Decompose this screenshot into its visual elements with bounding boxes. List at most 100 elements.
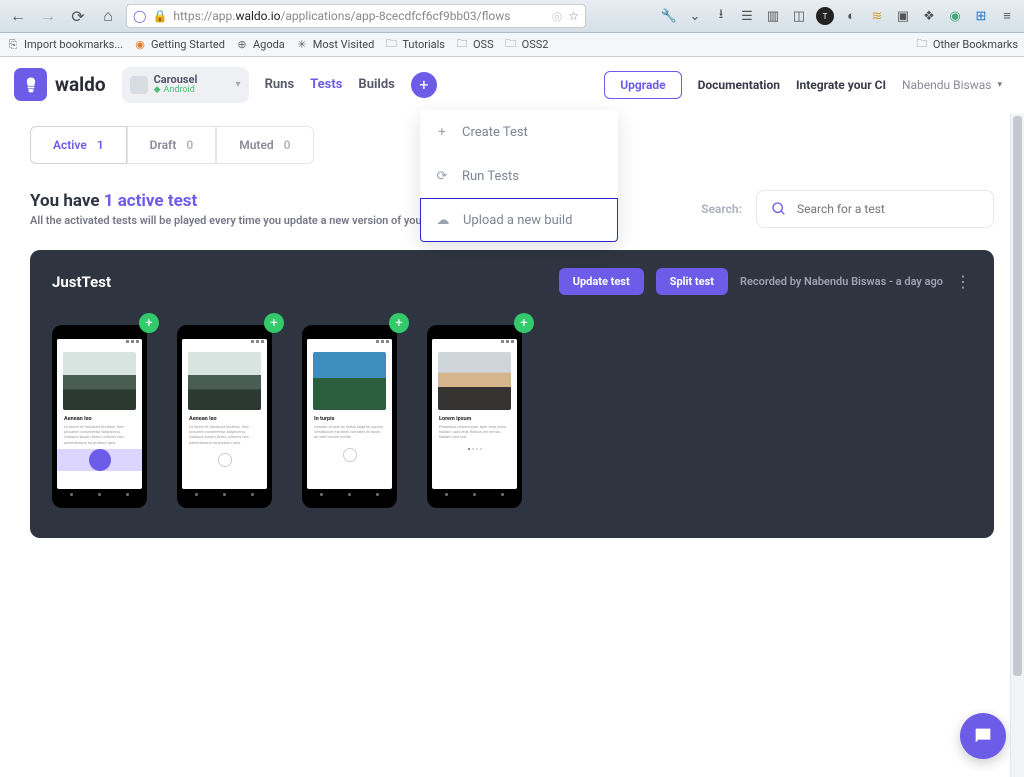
dropdown-label: Upload a new build	[463, 213, 572, 228]
nav-runs[interactable]: Runs	[265, 77, 295, 92]
app-platform: ◆Android	[154, 85, 230, 95]
intercom-launcher[interactable]	[960, 713, 1006, 759]
reload-button[interactable]: ⟳	[66, 4, 90, 28]
test-step[interactable]: +Aenean leoUt lorem et tincidunt facilis…	[52, 325, 147, 508]
chevron-down-icon: ▾	[997, 80, 1002, 90]
tab-label: Draft	[150, 138, 177, 152]
page-title: You have 1 active test	[30, 191, 450, 211]
card-heading: Aenean leo	[64, 416, 135, 422]
add-step-button[interactable]: +	[514, 313, 534, 333]
tab-active[interactable]: Active 1	[30, 126, 127, 164]
integrate-link[interactable]: Integrate your CI	[796, 78, 886, 92]
sidebar-icon[interactable]: ◫	[788, 5, 810, 27]
ext-icon[interactable]: 🔧	[658, 5, 680, 27]
app-selector[interactable]: Carousel ◆Android ▾	[122, 67, 249, 103]
tab-label: Active	[53, 138, 87, 152]
upload-icon: ☁	[435, 212, 451, 228]
nav-tests[interactable]: Tests	[310, 77, 342, 92]
library-icon[interactable]: ▥	[762, 5, 784, 27]
bookmark-other[interactable]: 🗀Other Bookmarks	[915, 38, 1018, 52]
bookmark-oss[interactable]: 🗀OSS	[455, 38, 494, 52]
add-step-button[interactable]: +	[389, 313, 409, 333]
refresh-icon: ⟳	[434, 168, 450, 184]
card-body: Ut lorem et tincidunt facilisis. Sed pos…	[64, 424, 135, 445]
bookmark-oss2[interactable]: 🗀OSS2	[504, 38, 549, 52]
logo-icon	[14, 68, 47, 101]
add-button[interactable]: +	[411, 72, 437, 98]
user-dropdown[interactable]: Nabendu Biswas ▾	[902, 78, 1002, 92]
app-root: waldo Carousel ◆Android ▾ Runs Tests Bui…	[0, 57, 1024, 777]
bookmark-tutorials[interactable]: 🗀Tutorials	[384, 38, 445, 52]
test-step[interactable]: +In turpisAenean ut erat ac tellus sagit…	[302, 325, 397, 508]
dropdown-run-tests[interactable]: ⟳ Run Tests	[420, 154, 618, 198]
test-name: JustTest	[52, 273, 111, 291]
ext-6[interactable]: ◉	[944, 5, 966, 27]
search-region: Search:	[701, 190, 994, 228]
split-test-button[interactable]: Split test	[656, 268, 728, 295]
bookmark-most-visited[interactable]: ✳Most Visited	[295, 38, 375, 52]
vertical-scrollbar[interactable]	[1010, 114, 1024, 777]
tab-count: 1	[97, 138, 104, 152]
documentation-link[interactable]: Documentation	[698, 78, 780, 92]
dropdown-upload-build[interactable]: ☁ Upload a new build	[420, 198, 618, 242]
add-step-button[interactable]: +	[264, 313, 284, 333]
tab-muted[interactable]: Muted 0	[216, 126, 313, 164]
card-body: Aenean ut erat ac tellus sagittis cursus…	[314, 424, 385, 440]
kebab-menu-icon[interactable]: ⋮	[955, 272, 972, 291]
test-step[interactable]: +Aenean leoUt lorem et tincidunt facilis…	[177, 325, 272, 508]
toolbar-extensions: 🔧 ⌄ ⭳ ☰ ▥ ◫ T ◐ ≋ ▣ ❖ ◉ ⊞ ≡	[658, 5, 1018, 27]
search-label: Search:	[701, 202, 742, 216]
pocket-icon[interactable]: ⌄	[684, 5, 706, 27]
screenshot-image	[438, 352, 511, 410]
lock-icon: 🔒	[152, 9, 167, 23]
tab-draft[interactable]: Draft 0	[127, 126, 217, 164]
ext-3[interactable]: ≋	[866, 5, 888, 27]
chat-icon	[972, 725, 994, 747]
add-step-button[interactable]: +	[139, 313, 159, 333]
plus-icon: +	[434, 124, 450, 140]
bookmark-getting-started[interactable]: ◉Getting Started	[133, 38, 225, 52]
search-box[interactable]	[756, 190, 994, 228]
test-step[interactable]: +Lorem ipsumPhasellus ullamcorper aper e…	[427, 325, 522, 508]
account-icon[interactable]: ☰	[736, 5, 758, 27]
ext-badge[interactable]: T	[814, 5, 836, 27]
reader-icon[interactable]: ◎	[552, 9, 562, 23]
card-heading: Aenean leo	[189, 416, 260, 422]
bookmark-import[interactable]: ⎘Import bookmarks...	[6, 38, 123, 52]
bookmark-agoda[interactable]: ⊕Agoda	[235, 38, 285, 52]
phone-mock: Lorem ipsumPhasellus ullamcorper aper er…	[427, 325, 522, 508]
card-body: Phasellus ullamcorper aper eros justo. N…	[439, 424, 510, 440]
tab-count: 0	[284, 138, 291, 152]
logo[interactable]: waldo	[14, 68, 106, 101]
app-name: Carousel	[154, 74, 230, 85]
ext-5[interactable]: ❖	[918, 5, 940, 27]
home-button[interactable]: ⌂	[96, 4, 120, 28]
url-bar[interactable]: ◯ 🔒 https://app.waldo.io/applications/ap…	[126, 4, 586, 28]
add-dropdown: + Create Test ⟳ Run Tests ☁ Upload a new…	[420, 110, 618, 242]
tab-label: Muted	[239, 138, 273, 152]
app-header: waldo Carousel ◆Android ▾ Runs Tests Bui…	[0, 57, 1024, 112]
phone-mock: Aenean leo Ut lorem et tincidunt facilisi…	[52, 325, 147, 508]
menu-icon[interactable]: ≡	[996, 5, 1018, 27]
phone-mock: In turpisAenean ut erat ac tellus sagitt…	[302, 325, 397, 508]
user-name: Nabendu Biswas	[902, 78, 992, 92]
android-icon: ◆	[154, 85, 161, 95]
upgrade-button[interactable]: Upgrade	[604, 71, 681, 99]
back-button[interactable]: ←	[6, 4, 30, 28]
dropdown-label: Run Tests	[462, 169, 519, 184]
bookmarks-bar: ⎘Import bookmarks... ◉Getting Started ⊕A…	[0, 33, 1024, 57]
star-icon[interactable]: ☆	[568, 9, 579, 23]
phone-mock: Aenean leoUt lorem et tincidunt facilisi…	[177, 325, 272, 508]
forward-button[interactable]: →	[36, 4, 60, 28]
ext-2[interactable]: ◐	[840, 5, 862, 27]
ext-4[interactable]: ▣	[892, 5, 914, 27]
screenshot-image	[313, 352, 386, 410]
search-input[interactable]	[797, 202, 979, 216]
ext-7[interactable]: ⊞	[970, 5, 992, 27]
download-icon[interactable]: ⭳	[710, 5, 732, 27]
dropdown-create-test[interactable]: + Create Test	[420, 110, 618, 154]
test-steps: +Aenean leoUt lorem et tincidunt facilis…	[52, 325, 972, 508]
nav-builds[interactable]: Builds	[358, 77, 394, 92]
update-test-button[interactable]: Update test	[559, 268, 644, 295]
url-text: https://app.waldo.io/applications/app-8c…	[173, 9, 510, 23]
